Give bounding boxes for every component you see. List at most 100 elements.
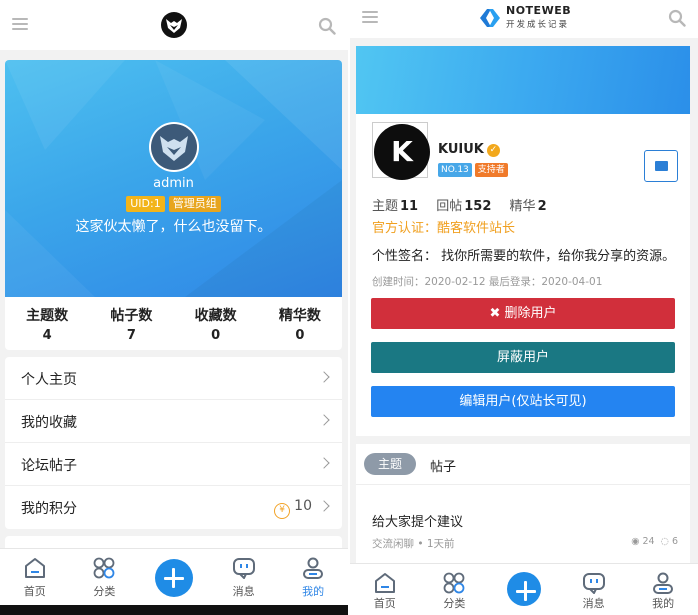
menu-item-label: 我的收藏 [21,415,77,431]
close-icon: ✖ [489,306,505,321]
profile-banner [356,46,690,114]
site-logo-icon[interactable] [161,12,187,38]
system-status-strip [0,605,348,615]
chevron-right-icon [318,500,330,512]
menu-item-points[interactable]: 我的积分 ¥10 [5,486,342,529]
stat-label: 收藏数 [194,308,237,324]
menu-item-label: 论坛帖子 [21,458,77,474]
tab-label: 消息 [232,585,255,598]
role-badge: 管理员组 [168,196,221,212]
brand-subtitle: 开发成长记录 [506,20,570,30]
count-label: 回帖 [436,199,463,214]
category-icon [93,557,115,579]
left-phone-screen: admin UID:1 管理员组 这家伙太懒了，什么也没留下。 主题数 4 帖子… [0,0,348,615]
uid-badge: UID:1 [126,196,165,212]
chevron-right-icon [318,414,330,426]
user-avatar[interactable]: K [374,124,430,180]
stat-value: 7 [126,328,136,343]
delete-user-label: 删除用户 [504,306,557,321]
rank-tag: NO.13 [438,163,472,177]
tab-category[interactable]: 分类 [70,549,140,608]
tab-topics[interactable]: 主题 [364,453,416,475]
stat-value: 4 [42,328,52,343]
stat-posts[interactable]: 帖子数 7 [89,297,173,350]
search-icon[interactable] [668,9,686,27]
menu-icon[interactable] [12,18,28,30]
post-meta: 交流闲聊 • 1天前 [372,538,455,550]
user-name: KUIUK ✓ [438,142,500,157]
stat-value: 0 [295,328,305,343]
tab-posts[interactable]: 帖子 [430,456,456,475]
tab-label: 我的 [302,585,325,598]
user-signature: 个性签名： 找你所需要的软件，给你我分享的资源。 [372,249,676,264]
menu-item-favorites[interactable]: 我的收藏 [5,400,342,443]
stat-favorites[interactable]: 收藏数 0 [174,297,258,350]
user-meta: 创建时间：2020-02-12 最后登录：2020-04-01 [372,276,603,288]
top-bar: NOTEWEB 开发成长记录 [350,0,698,38]
tab-category[interactable]: 分类 [420,564,490,615]
tab-label: 分类 [93,585,116,598]
points-number: 10 [294,498,312,514]
tab-label: 消息 [582,597,605,610]
comments-count: 6 [671,536,678,547]
points-value: ¥10 [274,498,312,519]
menu-item-label: 我的积分 [21,501,77,517]
brand-icon [480,9,500,27]
block-user-button[interactable]: 屏蔽用户 [371,342,675,373]
menu-icon[interactable] [362,11,378,23]
tab-me[interactable]: 我的 [628,564,698,615]
stat-label: 精华数 [278,308,321,324]
count-label: 主题 [372,199,399,214]
delete-user-button[interactable]: ✖ 删除用户 [371,298,675,329]
tab-post[interactable] [489,564,559,615]
post-stats: ◉ 24 ◌ 6 [631,536,678,547]
tab-home[interactable]: 首页 [0,549,70,608]
edit-user-button[interactable]: 编辑用户(仅站长可见) [371,386,675,417]
verified-icon: ✓ [486,144,500,157]
user-profile-card: K KUIUK ✓ NO.13 支持者 主题 11 回帖 152 精华 2 官方认证：酷… [356,46,690,436]
message-user-button[interactable] [644,150,678,182]
coin-icon: ¥ [274,503,291,519]
profile-name: admin [153,176,194,191]
tab-home[interactable]: 首页 [350,564,420,615]
plus-icon [506,572,541,606]
category-icon [443,572,465,594]
count-label: 精华 [509,199,536,214]
home-icon [24,558,45,578]
top-bar [0,0,348,50]
divider [356,484,690,485]
tab-label: 首页 [373,597,396,610]
count-value: 2 [537,199,547,214]
tab-me[interactable]: 我的 [278,549,348,608]
menu-item-forum-posts[interactable]: 论坛帖子 [5,443,342,486]
stat-featured[interactable]: 精华数 0 [258,297,342,350]
views-count: 24 [642,536,655,547]
profile-badges: UID:1 管理员组 [5,196,342,212]
profile-card: admin UID:1 管理员组 这家伙太懒了，什么也没留下。 主题数 4 帖子… [5,60,342,350]
official-certification: 官方认证：酷客软件站长 [372,221,516,236]
brand-logo[interactable]: NOTEWEB 开发成长记录 [478,4,578,32]
menu-item-homepage[interactable]: 个人主页 [5,357,342,400]
mail-icon [655,161,668,171]
stat-label: 主题数 [26,308,69,324]
profile-bio: 这家伙太懒了，什么也没留下。 [75,219,272,235]
user-icon [653,572,674,594]
avatar[interactable] [149,122,199,172]
tab-label: 首页 [23,585,46,598]
avatar-shield-icon [151,124,197,170]
search-icon[interactable] [318,17,336,35]
tab-label: 我的 [652,597,675,610]
tab-messages[interactable]: 消息 [209,549,279,608]
home-icon [374,573,395,593]
stat-topics[interactable]: 主题数 4 [5,297,89,350]
tab-post[interactable] [139,549,209,608]
comment-icon: ◌ [660,536,672,547]
post-title[interactable]: 给大家提个建议 [372,511,463,530]
user-name-text: KUIUK [438,142,484,157]
plus-icon [154,559,193,597]
tab-messages[interactable]: 消息 [559,564,629,615]
right-phone-screen: NOTEWEB 开发成长记录 K KUIUK ✓ NO.13 支持者 主题 11 回… [350,0,698,615]
count-value: 11 [400,199,419,214]
profile-menu: 个人主页 我的收藏 论坛帖子 我的积分 ¥10 [5,357,342,529]
supporter-tag: 支持者 [474,163,508,177]
